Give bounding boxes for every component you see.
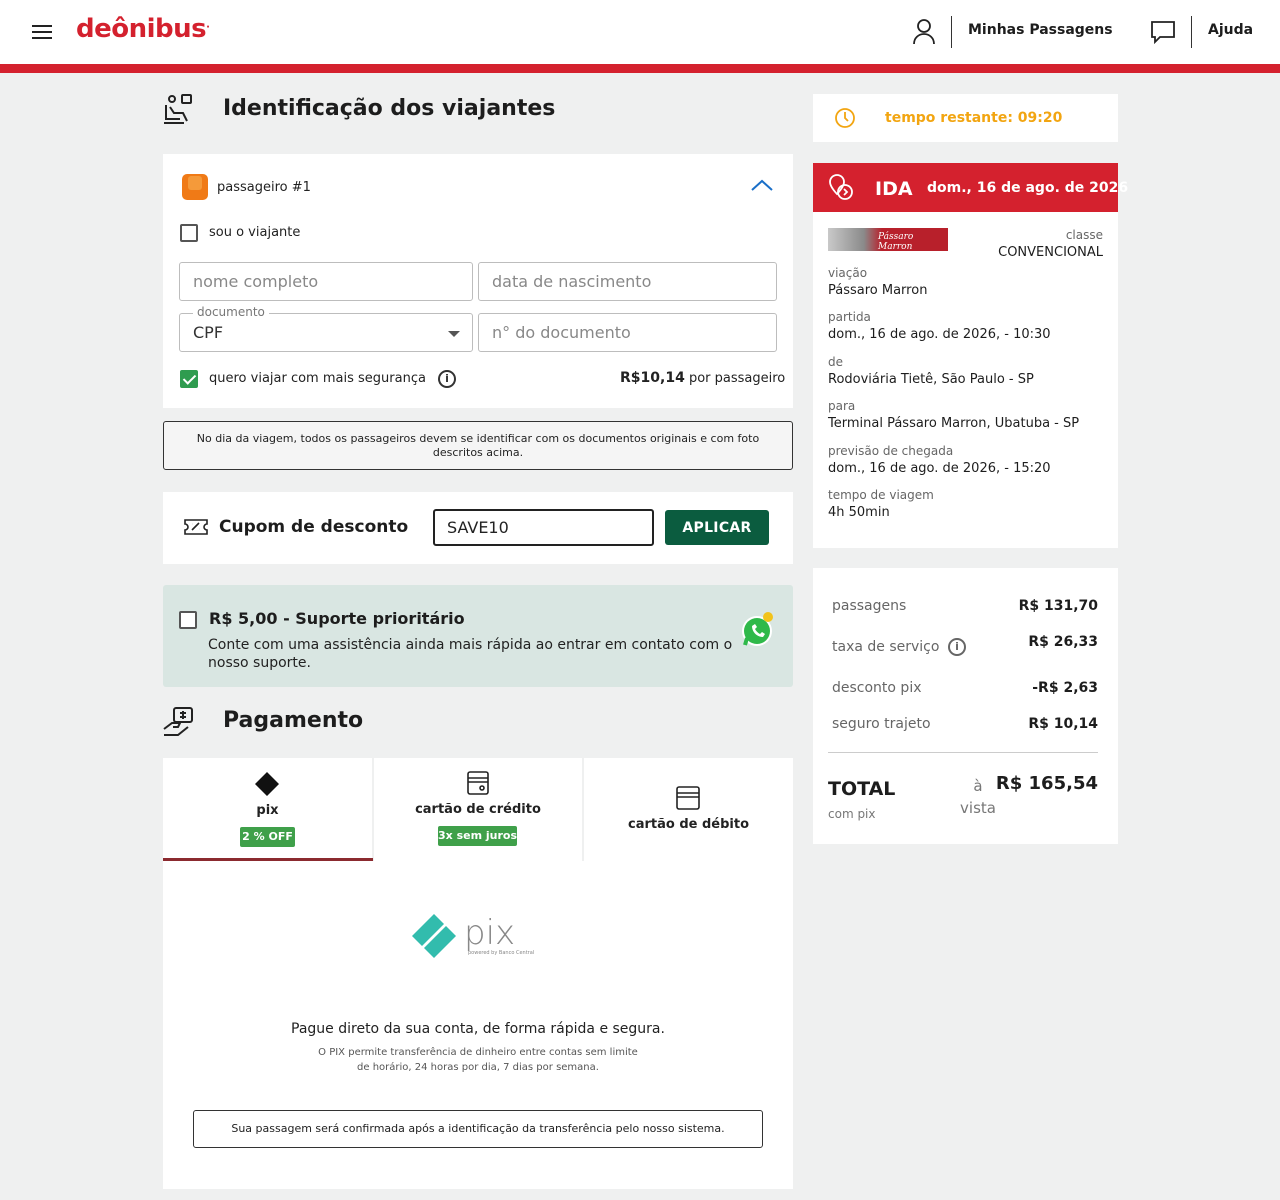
trip-direction: IDA [875,178,913,200]
from-value: Rodoviária Tietê, São Paulo - SP [828,372,1034,387]
company-label: viação [828,266,868,280]
info-icon[interactable]: i [438,370,456,388]
class-label: classe [1065,228,1103,242]
brand-bar [0,64,1280,73]
birth-date-field[interactable] [478,262,777,301]
caret-down-icon [448,331,460,337]
pix-confirmation-notice: Sua passagem será confirmada após a iden… [193,1110,763,1148]
pix-main-text: Pague direto da sua conta, de forma rápi… [291,1021,665,1037]
full-name-input[interactable] [193,272,453,291]
tickets-label: passagens [832,598,907,614]
i-am-traveler-checkbox[interactable] [180,224,198,242]
route-icon [829,174,853,200]
departure-value: dom., 16 de ago. de 2026, - 10:30 [828,327,1051,342]
coupon-icon [184,519,208,535]
svg-text:powered by Banco Central: powered by Banco Central [468,950,534,956]
total-label: TOTAL [828,778,896,800]
document-number-field[interactable] [478,313,777,352]
from-label: de [828,355,843,369]
summary-divider [828,752,1098,753]
debit-card-icon [676,786,700,810]
tab-pix-label: pix [256,803,279,818]
coupon-title: Cupom de desconto [219,517,409,537]
total-value: R$ 165,54 [995,773,1098,794]
i-am-traveler-label: sou o viajante [209,225,301,240]
safety-checkbox[interactable] [180,370,198,388]
clock-icon [835,108,855,128]
arrival-value: dom., 16 de ago. de 2026, - 15:20 [828,461,1051,476]
payment-term: à vista [955,775,1001,819]
insurance-label: seguro trajeto [832,716,931,732]
pix-sub-line-1: O PIX permite transferência de dinheiro … [318,1047,638,1058]
travelers-title: Identificação dos viajantes [223,96,556,121]
class-value: CONVENCIONAL [998,245,1103,260]
document-legend: documento [193,305,269,319]
service-fee-label: taxa de serviço [832,639,940,655]
duration-value: 4h 50min [828,505,890,520]
menu-icon[interactable] [32,25,52,39]
header-divider [1191,16,1192,48]
payment-title: Pagamento [223,708,364,733]
pix-icon [255,772,279,796]
carrier-logo: Pássaro Marron [828,228,948,252]
timer-text: tempo restante: 09:20 [885,110,1063,126]
svg-text:pix: pix [464,913,515,953]
safety-price: R$10,14 por passageiro [620,370,785,386]
tab-debit-card[interactable]: cartão de débito [584,758,793,861]
passenger-label: passageiro #1 [217,180,311,195]
passenger-seat-icon [182,174,208,200]
payment-term-line-1: à [973,777,983,795]
document-type-value: CPF [193,323,224,342]
coupon-input[interactable] [433,509,654,546]
pix-sub-line-2: de horário, 24 horas por dia, 7 dias por… [357,1062,599,1073]
priority-support-title: R$ 5,00 - Suporte prioritário [209,609,465,628]
safety-price-suffix: por passageiro [688,371,786,386]
chevron-up-icon[interactable] [750,177,774,193]
payment-term-line-2: vista [960,799,996,817]
seat-icon [164,94,192,124]
document-type-select[interactable]: documento CPF [179,305,473,352]
pix-logo: pix powered by Banco Central [412,913,534,958]
arrival-label: previsão de chegada [828,444,954,458]
apply-coupon-button[interactable]: APLICAR [665,510,769,545]
tab-debit-card-label: cartão de débito [627,817,749,832]
service-fee-value: R$ 26,33 [1028,634,1098,650]
company-value: Pássaro Marron [828,283,928,298]
safety-label: quero viajar com mais segurança [209,371,426,386]
credit-card-icon [467,771,489,795]
duration-label: tempo de viagem [828,488,934,502]
birth-date-input[interactable] [492,272,752,291]
tickets-value: R$ 131,70 [1018,598,1098,614]
tab-credit-card[interactable]: cartão de crédito 3x sem juros [374,758,582,861]
pix-discount-value: -R$ 2,63 [1032,680,1098,696]
document-number-input[interactable] [492,323,752,342]
pix-discount-label: desconto pix [832,680,922,696]
user-icon[interactable] [912,18,936,46]
priority-support-description: Conte com uma assistência ainda mais ráp… [208,637,733,671]
chat-icon[interactable] [1150,19,1176,45]
top-header: deônibus. Minhas Passagens Ajuda [0,0,1280,64]
pix-discount-badge: 2 % OFF [240,827,295,847]
tab-pix[interactable]: pix 2 % OFF [163,758,372,861]
help-link[interactable]: Ajuda [1208,22,1253,38]
departure-label: partida [828,310,871,324]
safety-price-value: R$10,14 [620,370,685,386]
to-label: para [828,399,856,413]
priority-support-checkbox[interactable] [179,611,197,629]
service-fee-info-icon[interactable]: i [948,638,966,656]
insurance-value: R$ 10,14 [1028,716,1098,732]
deonibus-logo[interactable]: deônibus. [76,14,210,44]
pix-sub-text: O PIX permite transferência de dinheiro … [163,1045,793,1075]
to-value: Terminal Pássaro Marron, Ubatuba - SP [828,416,1080,431]
tab-credit-card-label: cartão de crédito [415,802,541,817]
my-tickets-link[interactable]: Minhas Passagens [968,22,1113,38]
header-divider [951,16,952,48]
payment-icon [163,707,193,736]
installments-badge: 3x sem juros [438,826,517,846]
identification-notice: No dia da viagem, todos os passageiros d… [163,421,793,470]
total-subtitle: com pix [828,807,876,821]
full-name-field[interactable] [179,262,473,301]
trip-date: dom., 16 de ago. de 2026 [927,180,1129,196]
whatsapp-icon [742,612,773,646]
